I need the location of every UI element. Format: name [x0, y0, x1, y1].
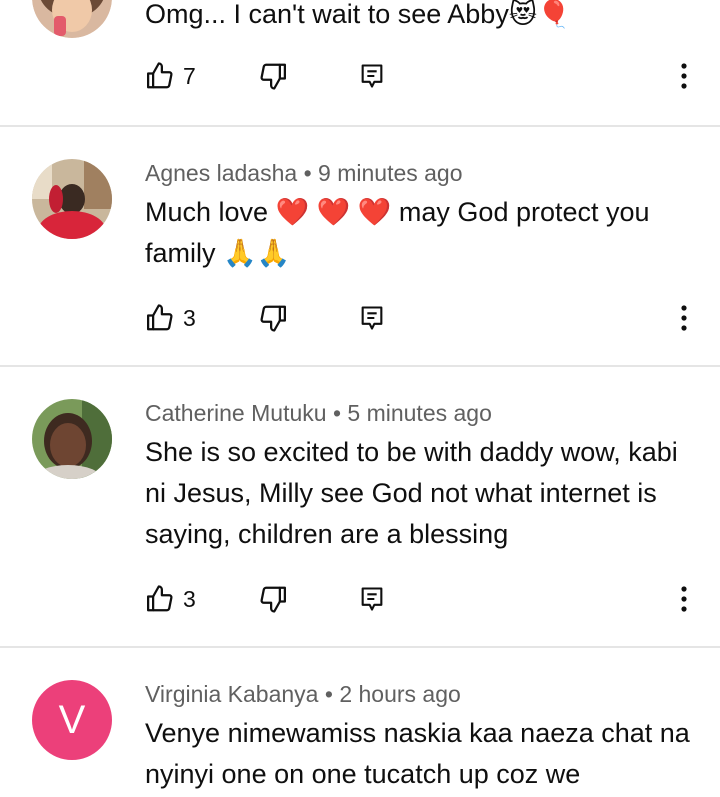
more-vert-icon [681, 63, 687, 89]
reply-button[interactable] [358, 300, 386, 336]
like-button[interactable]: 3 [145, 581, 196, 617]
like-button[interactable]: 7 [145, 58, 196, 94]
comment-text: Venye nimewamiss naskia kaa naeza chat n… [145, 718, 698, 789]
thumbs-down-icon [260, 305, 286, 332]
separator: • [303, 160, 312, 186]
timestamp: 9 minutes ago [318, 160, 463, 186]
like-count: 7 [183, 62, 196, 89]
thumbs-down-icon [260, 63, 286, 90]
separator: • [324, 681, 333, 707]
thumbs-up-icon [147, 304, 173, 331]
comment-item: V Virginia Kabanya • 2 hours ago Venye n… [0, 648, 720, 797]
like-count: 3 [183, 304, 196, 331]
thumbs-down-icon [260, 586, 286, 613]
avatar[interactable]: V [32, 680, 112, 760]
like-button[interactable]: 3 [145, 300, 196, 336]
more-options-button[interactable] [670, 581, 698, 617]
thumbs-up-icon [147, 585, 173, 612]
comment-actions: 7 [0, 58, 720, 94]
reply-icon [361, 306, 383, 330]
dislike-button[interactable] [258, 581, 288, 617]
author-name[interactable]: Catherine Mutuku [145, 400, 327, 426]
comment-actions: 3 [0, 300, 720, 336]
avatar-letter: V [58, 697, 86, 742]
dislike-button[interactable] [258, 58, 288, 94]
thumbs-up-icon [147, 62, 173, 89]
more-vert-icon [681, 305, 687, 331]
like-count: 3 [183, 585, 196, 612]
comment-text: Omg... I can't wait to see Abby😻🎈 [145, 0, 571, 29]
reply-button[interactable] [358, 58, 386, 94]
more-options-button[interactable] [670, 300, 698, 336]
timestamp: 5 minutes ago [347, 400, 492, 426]
more-options-button[interactable] [670, 58, 698, 94]
comment-meta: Agnes ladasha • 9 minutes ago [145, 160, 463, 187]
timestamp: 2 hours ago [339, 681, 461, 707]
avatar[interactable] [32, 159, 112, 239]
comment-item: Agnes ladasha • 9 minutes ago Much love … [0, 127, 720, 365]
dislike-button[interactable] [258, 300, 288, 336]
comment-item: Catherine Mutuku • 5 minutes ago She is … [0, 367, 720, 646]
more-vert-icon [681, 586, 687, 612]
separator: • [332, 400, 341, 426]
avatar[interactable] [32, 0, 112, 38]
author-name[interactable]: Virginia Kabanya [145, 681, 318, 707]
author-name[interactable]: Agnes ladasha [145, 160, 297, 186]
comment-text: She is so excited to be with daddy wow, … [145, 437, 686, 549]
reply-button[interactable] [358, 581, 386, 617]
comment-meta: Virginia Kabanya • 2 hours ago [145, 681, 461, 708]
comment-actions: 3 [0, 581, 720, 617]
comment-text: Much love ❤️ ❤️ ❤️ may God protect you f… [145, 197, 658, 268]
avatar[interactable] [32, 399, 112, 479]
reply-icon [361, 587, 383, 611]
comment-meta: Catherine Mutuku • 5 minutes ago [145, 400, 492, 427]
comment-item: Omg... I can't wait to see Abby😻🎈 7 [0, 0, 720, 126]
reply-icon [361, 64, 383, 88]
